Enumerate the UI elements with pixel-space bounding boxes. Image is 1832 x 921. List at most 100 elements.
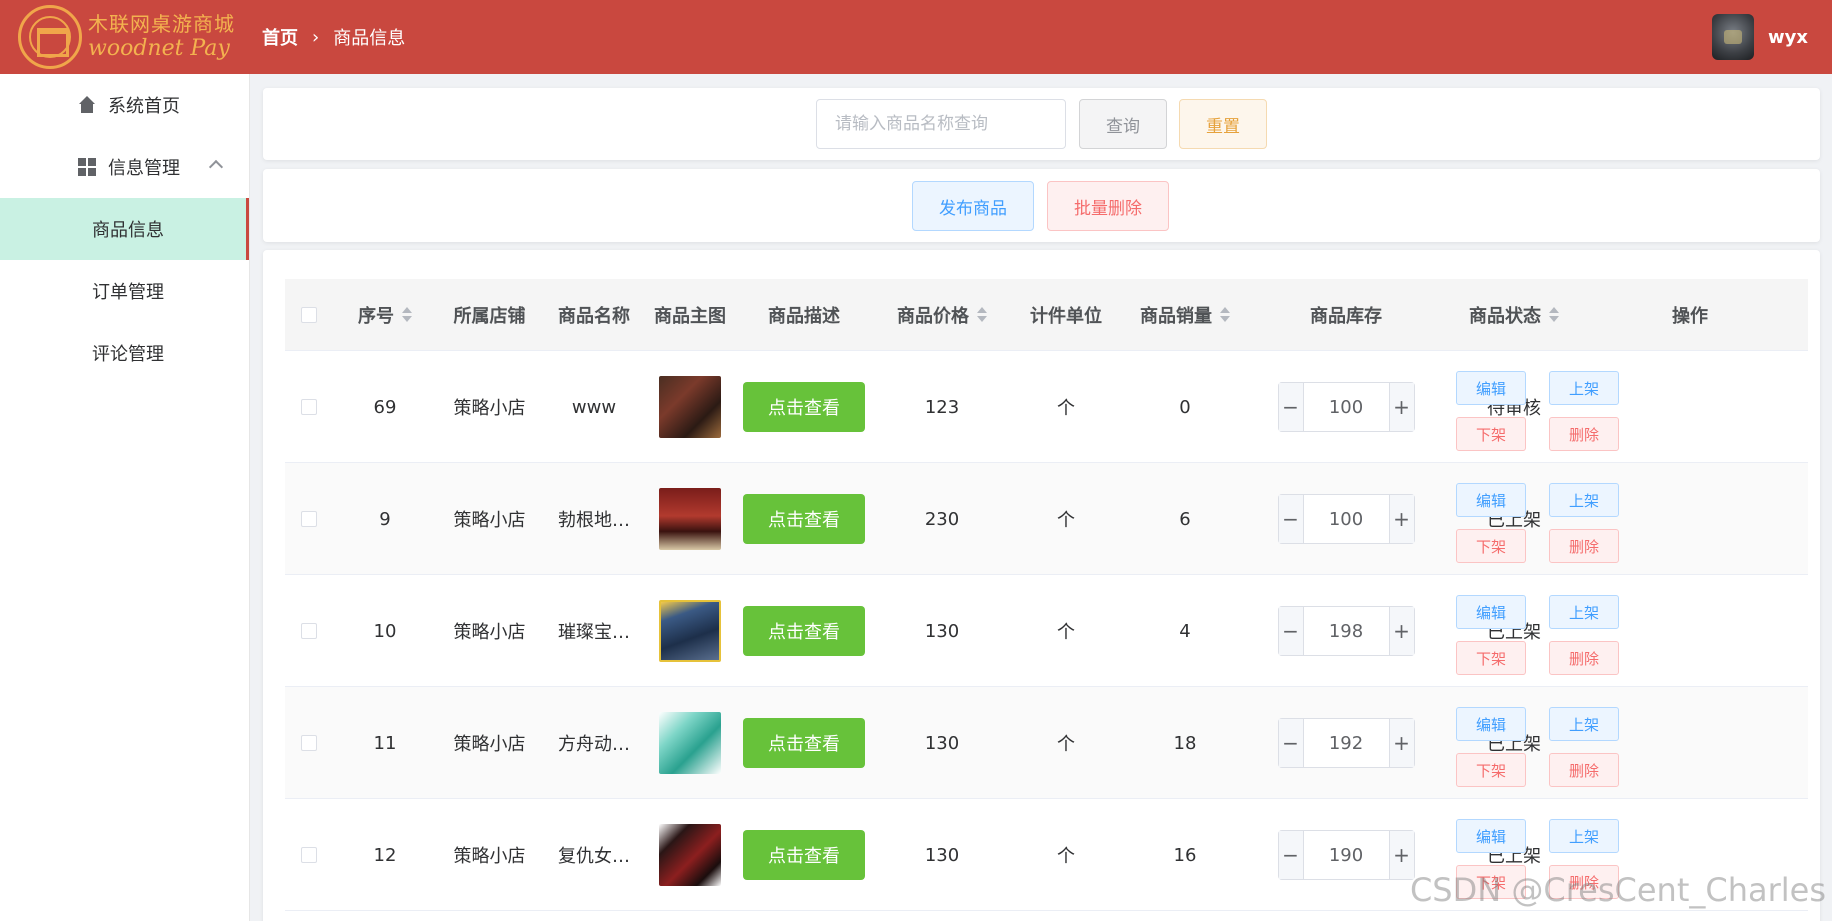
col-stock: 商品库存: [1248, 279, 1444, 351]
col-sales[interactable]: 商品销量: [1122, 279, 1248, 351]
grid-icon: [78, 158, 96, 176]
increment-button[interactable]: +: [1388, 719, 1414, 767]
product-thumbnail[interactable]: [659, 488, 721, 550]
delist-button[interactable]: 下架: [1456, 417, 1526, 451]
breadcrumb-home[interactable]: 首页: [262, 24, 298, 50]
edit-button[interactable]: 编辑: [1456, 483, 1526, 517]
col-label: 计件单位: [1030, 306, 1102, 327]
stock-value[interactable]: 100: [1304, 495, 1389, 543]
cell-sales: 4: [1179, 620, 1191, 642]
batch-delete-button[interactable]: 批量删除: [1047, 181, 1169, 231]
cell-description: 点击查看: [734, 463, 874, 575]
delist-button[interactable]: 下架: [1456, 529, 1526, 563]
delete-button[interactable]: 删除: [1549, 529, 1619, 563]
sort-icon[interactable]: [1220, 307, 1230, 323]
cell-shop: 策略小店: [453, 846, 526, 867]
avatar[interactable]: [1712, 14, 1755, 60]
edit-button[interactable]: 编辑: [1456, 371, 1526, 405]
cell-stock: − 100 +: [1248, 351, 1444, 463]
cell-image: [646, 463, 734, 575]
list-button[interactable]: 上架: [1549, 371, 1619, 405]
row-checkbox[interactable]: [301, 735, 317, 751]
row-checkbox-cell: [285, 463, 333, 575]
list-button[interactable]: 上架: [1549, 483, 1619, 517]
stock-value[interactable]: 190: [1304, 831, 1389, 879]
sort-icon[interactable]: [402, 307, 412, 323]
col-id[interactable]: 序号: [333, 279, 437, 351]
username[interactable]: wyx: [1768, 27, 1808, 48]
cell-shop: 策略小店: [453, 510, 526, 531]
view-description-button[interactable]: 点击查看: [743, 606, 865, 656]
query-button[interactable]: 查询: [1079, 99, 1167, 149]
cell-image: [646, 799, 734, 911]
sidebar-item-comments[interactable]: 评论管理: [0, 322, 249, 384]
list-button[interactable]: 上架: [1549, 819, 1619, 853]
delete-button[interactable]: 删除: [1549, 641, 1619, 675]
view-description-button[interactable]: 点击查看: [743, 382, 865, 432]
sort-icon[interactable]: [977, 307, 987, 323]
product-name-search-input[interactable]: [816, 99, 1066, 149]
sidebar-item-products[interactable]: 商品信息: [0, 198, 249, 260]
cell-stock: − 100 +: [1248, 463, 1444, 575]
sidebar-item-label: 评论管理: [92, 344, 164, 365]
row-checkbox[interactable]: [301, 399, 317, 415]
sort-icon[interactable]: [1549, 307, 1559, 323]
row-checkbox-cell: [285, 351, 333, 463]
product-thumbnail[interactable]: [659, 712, 721, 774]
cell-sales: 0: [1179, 396, 1191, 418]
product-thumbnail[interactable]: [659, 824, 721, 886]
col-status[interactable]: 商品状态: [1444, 279, 1584, 351]
cell-id: 9: [379, 508, 391, 530]
stock-value[interactable]: 192: [1304, 719, 1389, 767]
decrement-button[interactable]: −: [1278, 831, 1304, 879]
stock-stepper: − 100 +: [1277, 382, 1415, 432]
view-description-button[interactable]: 点击查看: [743, 494, 865, 544]
increment-button[interactable]: +: [1388, 383, 1414, 431]
sidebar-item-info-management[interactable]: 信息管理: [0, 136, 249, 198]
increment-button[interactable]: +: [1388, 607, 1414, 655]
row-checkbox[interactable]: [301, 623, 317, 639]
decrement-button[interactable]: −: [1278, 383, 1304, 431]
user-menu[interactable]: wyx: [1712, 14, 1808, 60]
col-label: 商品名称: [558, 306, 630, 327]
row-checkbox[interactable]: [301, 511, 317, 527]
decrement-button[interactable]: −: [1278, 607, 1304, 655]
stock-value[interactable]: 198: [1304, 607, 1389, 655]
publish-product-button[interactable]: 发布商品: [912, 181, 1034, 231]
delist-button[interactable]: 下架: [1456, 753, 1526, 787]
decrement-button[interactable]: −: [1278, 495, 1304, 543]
increment-button[interactable]: +: [1388, 495, 1414, 543]
cell-shop: 策略小店: [453, 622, 526, 643]
table-row: 11 策略小店 方舟动… 点击查看 130 个 18 − 192 + 已上架 编…: [285, 687, 1808, 799]
logo[interactable]: 木联网桌游商城 woodnet Pay: [0, 0, 250, 74]
cell-image: [646, 687, 734, 799]
table-row: 69 策略小店 www 点击查看 123 个 0 − 100 + 待审核 编辑 …: [285, 351, 1808, 463]
cell-price: 123: [924, 396, 960, 418]
edit-button[interactable]: 编辑: [1456, 707, 1526, 741]
row-checkbox-cell: [285, 687, 333, 799]
stock-stepper: − 190 +: [1277, 830, 1415, 880]
sidebar-item-home[interactable]: 系统首页: [0, 74, 249, 136]
product-thumbnail[interactable]: [659, 376, 721, 438]
delist-button[interactable]: 下架: [1456, 641, 1526, 675]
list-button[interactable]: 上架: [1549, 595, 1619, 629]
view-description-button[interactable]: 点击查看: [743, 718, 865, 768]
decrement-button[interactable]: −: [1278, 719, 1304, 767]
col-price[interactable]: 商品价格: [874, 279, 1010, 351]
table-panel: 序号 所属店铺 商品名称 商品主图 商品描述 商品价格 计件单位 商品销量 商品…: [263, 250, 1820, 921]
view-description-button[interactable]: 点击查看: [743, 830, 865, 880]
cell-id: 11: [373, 732, 397, 754]
row-checkbox[interactable]: [301, 847, 317, 863]
edit-button[interactable]: 编辑: [1456, 595, 1526, 629]
edit-button[interactable]: 编辑: [1456, 819, 1526, 853]
reset-button[interactable]: 重置: [1179, 99, 1267, 149]
product-thumbnail[interactable]: [659, 600, 721, 662]
list-button[interactable]: 上架: [1549, 707, 1619, 741]
delete-button[interactable]: 删除: [1549, 417, 1619, 451]
delete-button[interactable]: 删除: [1549, 753, 1619, 787]
cell-shop: 策略小店: [453, 398, 526, 419]
stock-value[interactable]: 100: [1304, 383, 1389, 431]
col-image: 商品主图: [646, 279, 734, 351]
select-all-checkbox[interactable]: [301, 307, 317, 323]
sidebar-item-orders[interactable]: 订单管理: [0, 260, 249, 322]
